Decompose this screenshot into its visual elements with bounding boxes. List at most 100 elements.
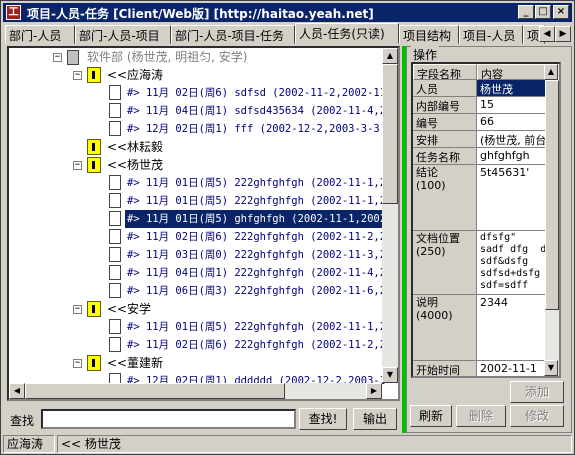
main-window: 工 项目-人员-任务 [Client/Web版] [http://haitao.… xyxy=(0,0,575,455)
person-prefix: << xyxy=(107,302,128,316)
column-header-field[interactable]: 字段名称 xyxy=(413,64,477,80)
tree-record-row[interactable]: #> 11月 06日(周3) 222ghfghfgh (2002-11-6,20 xyxy=(9,282,393,300)
find-input[interactable] xyxy=(41,409,296,429)
collapse-icon[interactable]: − xyxy=(73,305,82,314)
tree-person-row[interactable]: − << 董建新 xyxy=(9,354,389,372)
tree-record-row[interactable]: #> 11月 02日(周6) sdfsd (2002-11-2,2002-11- xyxy=(9,84,393,102)
scroll-up-button[interactable]: ▲ xyxy=(382,48,398,64)
tree-person-row[interactable]: − << 安学 xyxy=(9,300,389,318)
tree-record-row-selected[interactable]: #> 11月 01日(周5) ghfghfgh (2002-11-1,2002 xyxy=(9,210,389,228)
minimize-button[interactable]: _ xyxy=(518,5,534,19)
tab-scroll-right-button[interactable]: ▶ xyxy=(555,26,571,42)
tree-record-row[interactable]: #> 11月 01日(周5) 222ghfghfgh (2002-11-1,20… xyxy=(9,192,398,210)
field-name: 安排 xyxy=(413,131,477,148)
field-value[interactable]: 66 xyxy=(477,114,549,131)
record-label: #> 11月 02日(周6) sdfsd (2002-11-2,2002-11- xyxy=(127,87,393,99)
scroll-down-button[interactable]: ▼ xyxy=(544,360,558,376)
tree-department-row[interactable]: − 软件部 (杨世茂, 明祖匀, 安学) xyxy=(9,48,389,66)
tree-record-row[interactable]: #> 11月 01日(周5) 222ghfghfgh (2002-11-1,20 xyxy=(9,174,392,192)
maximize-button[interactable]: □ xyxy=(535,5,551,19)
person-icon xyxy=(87,67,101,83)
field-value[interactable]: 杨世茂 xyxy=(477,80,549,97)
tree-record-row[interactable]: #> 11月 01日(周5) 222ghfghfgh (2002-11-1,20 xyxy=(9,318,393,336)
column-header-content[interactable]: 内容 xyxy=(477,64,549,80)
add-button[interactable]: 添加 xyxy=(510,381,564,403)
field-value[interactable]: 15 xyxy=(477,97,549,114)
field-value[interactable]: 5t45631' xyxy=(477,165,549,231)
field-grid[interactable]: 字段名称 内容 人员 杨世茂 内部编号 15 编号 66 安排 (杨世茂, 前台… xyxy=(411,62,561,378)
tree-person-row[interactable]: << 林耘毅 xyxy=(9,138,389,156)
field-value[interactable]: (杨世茂, 前台 xyxy=(477,131,549,148)
field-value[interactable]: 2344 xyxy=(477,295,549,361)
scroll-up-button[interactable]: ▲ xyxy=(544,64,558,80)
record-label: #> 11月 02日(周6) 222ghfghfgh (2002-11-2,20 xyxy=(127,231,393,243)
tree-record-row[interactable]: #> 11月 04日(周1) sdfsd435634 (2002-11-4,20 xyxy=(9,102,393,120)
scroll-left-button[interactable]: ◀ xyxy=(9,383,25,399)
collapse-icon[interactable]: − xyxy=(73,359,82,368)
find-button[interactable]: 查找! xyxy=(299,408,347,430)
tab-project-people[interactable]: 项目-人员 xyxy=(459,25,523,44)
document-icon xyxy=(109,193,121,208)
field-name: 任务名称 xyxy=(413,148,477,165)
document-icon xyxy=(109,85,121,100)
tab-dept-people-project[interactable]: 部门-人员-项目 xyxy=(75,25,171,44)
person-prefix: << xyxy=(107,356,128,370)
tree-record-row[interactable]: #> 11月 03日(周0) 222ghfghfgh (2002-11-3,20 xyxy=(9,246,392,264)
tab-project-structure[interactable]: 项目结构 xyxy=(399,25,459,44)
tree-person-row[interactable]: − << 应海涛 xyxy=(9,66,389,84)
delete-button[interactable]: 删除 xyxy=(456,405,506,427)
scroll-down-button[interactable]: ▼ xyxy=(382,367,398,383)
modify-button[interactable]: 修改 xyxy=(510,405,564,427)
tree-horizontal-scrollbar[interactable]: ◀ ▶ xyxy=(9,383,382,399)
close-button[interactable]: × xyxy=(553,5,569,19)
tab-dept-people-project-task[interactable]: 部门-人员-项目-任务 xyxy=(171,25,295,44)
field-name: 说明 (4000) xyxy=(413,295,477,361)
document-icon xyxy=(109,319,121,334)
tree-vertical-scrollbar[interactable]: ▲ ▼ xyxy=(382,48,398,383)
collapse-icon[interactable]: − xyxy=(53,53,62,62)
grid-vertical-scrollbar[interactable]: ▲ ▼ xyxy=(544,64,559,376)
tab-strip: 部门-人员 部门-人员-项目 部门-人员-项目-任务 人员-任务(只读) 项目结… xyxy=(3,23,572,44)
tab-dept-people[interactable]: 部门-人员 xyxy=(5,25,75,44)
record-label: #> 12月 02日(周1) fff (2002-12-2,2003-3-3) xyxy=(127,123,387,135)
person-prefix: << xyxy=(107,68,128,82)
collapse-icon[interactable]: − xyxy=(73,161,82,170)
window-title: 项目-人员-任务 [Client/Web版] [http://haitao.ye… xyxy=(27,7,374,21)
field-name: 开始时间 xyxy=(413,361,477,376)
field-value[interactable]: dfsfg" sadf dfg df sdf&dsfg sdfsd+dsfg s… xyxy=(477,231,549,295)
record-label: #> 11月 01日(周5) 222ghfghfgh (2002-11-1,20 xyxy=(127,321,393,333)
scroll-right-button[interactable]: ▶ xyxy=(366,383,382,399)
record-label: #> 11月 01日(周5) ghfghfgh (2002-11-1,2002 xyxy=(125,210,389,228)
record-label: #> 11月 04日(周1) 222ghfghfgh (2002-11-4,20 xyxy=(127,267,393,279)
output-button[interactable]: 输出 xyxy=(353,408,397,430)
document-icon xyxy=(109,337,121,352)
tab-scroll-left-button[interactable]: ◀ xyxy=(539,26,555,42)
task-tree[interactable]: − 软件部 (杨世茂, 明祖匀, 安学) − << 应海涛 #> 11月 02日… xyxy=(7,46,400,401)
document-icon xyxy=(109,103,121,118)
field-name: 人员 xyxy=(413,80,477,97)
record-label: #> 11月 06日(周3) 222ghfghfgh (2002-11-6,20 xyxy=(127,285,393,297)
tree-record-row[interactable]: #> 11月 02日(周6) 222ghfghfgh (2002-11-2,20 xyxy=(9,228,393,246)
find-label: 查找 xyxy=(10,414,35,428)
status-left: 应海涛 xyxy=(3,435,55,453)
field-value[interactable]: 2002-11-1 xyxy=(477,361,549,376)
tree-person-row[interactable]: − << 杨世茂 xyxy=(9,156,389,174)
scroll-thumb[interactable] xyxy=(382,64,398,204)
tree-record-row[interactable]: #> 12月 02日(周1) fff (2002-12-2,2003-3-3) xyxy=(9,120,389,138)
field-value[interactable]: ghfghfgh xyxy=(477,148,549,165)
refresh-button[interactable]: 刷新 xyxy=(410,405,452,427)
field-name: 编号 xyxy=(413,114,477,131)
field-name: 内部编号 xyxy=(413,97,477,114)
scroll-thumb[interactable] xyxy=(545,80,559,310)
document-icon xyxy=(109,265,121,280)
field-name: 文档位置 (250) xyxy=(413,231,477,295)
record-label: #> 11月 04日(周1) sdfsd435634 (2002-11-4,20 xyxy=(127,105,393,117)
department-label: 软件部 (杨世茂, 明祖匀, 安学) xyxy=(87,50,248,64)
tree-record-row[interactable]: #> 11月 02日(周6) 222ghfghfgh (2002-11-2,20 xyxy=(9,336,392,354)
hscroll-thumb[interactable] xyxy=(25,383,285,399)
person-name: 应海涛 xyxy=(127,68,164,82)
collapse-icon[interactable]: − xyxy=(73,71,82,80)
person-icon xyxy=(87,157,101,173)
tree-record-row[interactable]: #> 11月 04日(周1) 222ghfghfgh (2002-11-4,20 xyxy=(9,264,393,282)
tab-people-task-readonly[interactable]: 人员-任务(只读) xyxy=(295,23,399,44)
